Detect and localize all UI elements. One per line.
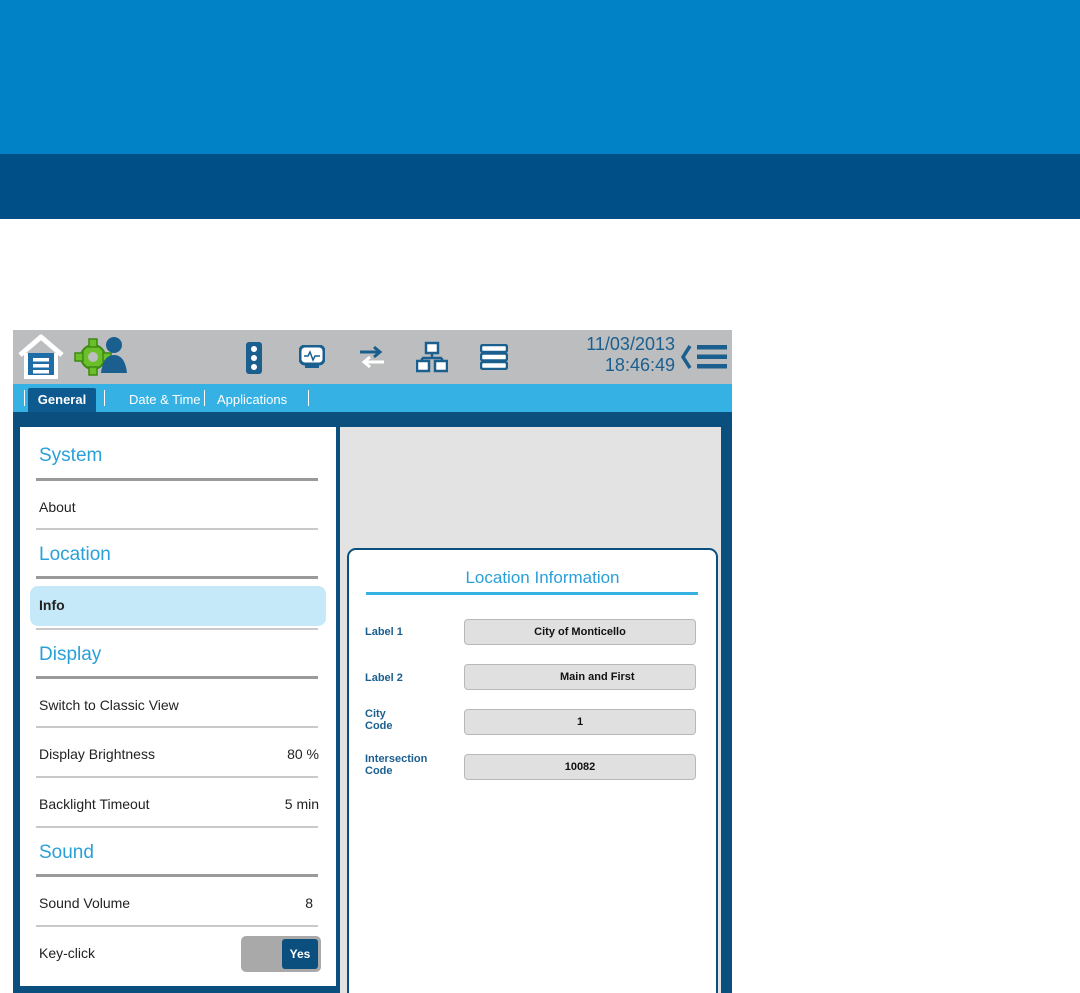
settings-item-info[interactable]: Info: [30, 586, 326, 626]
hero-banner-top: [0, 0, 1080, 154]
sound-volume-label: Sound Volume: [39, 895, 131, 911]
device-screen: 11/03/2013 18:46:49 General Date & Time …: [13, 330, 732, 993]
field-label-city-code: City Code: [365, 708, 393, 732]
section-heading-system: System: [39, 445, 103, 466]
settings-item-sound-volume[interactable]: Sound Volume 8: [39, 895, 319, 911]
time-text: 18:46:49: [604, 355, 675, 375]
settings-list: System About Location Info Display Switc…: [20, 427, 336, 986]
tab-divider: [308, 390, 309, 406]
field-value-label-1[interactable]: City of Monticello: [464, 619, 696, 645]
field-value-intersection-code[interactable]: 10082: [464, 754, 696, 780]
backlight-timeout-value: 5 min: [284, 796, 319, 812]
settings-item-about[interactable]: About: [39, 499, 319, 515]
settings-item-classic-view[interactable]: Switch to Classic View: [39, 697, 319, 713]
settings-user-icon[interactable]: [73, 333, 129, 379]
section-heading-location: Location: [39, 544, 111, 565]
transfer-icon[interactable]: [358, 345, 386, 369]
tab-general[interactable]: General: [28, 388, 96, 412]
card-title-divider: [366, 592, 698, 595]
row-divider: [36, 528, 318, 530]
traffic-light-icon[interactable]: [245, 341, 263, 375]
settings-item-backlight-timeout[interactable]: Backlight Timeout 5 min: [39, 796, 319, 812]
section-heading-display: Display: [39, 644, 102, 665]
tab-divider: [104, 390, 105, 406]
tab-divider: [24, 390, 25, 406]
settings-item-display-brightness[interactable]: Display Brightness 80 %: [39, 746, 319, 762]
menu-back-icon[interactable]: [680, 342, 730, 372]
key-click-toggle[interactable]: Yes: [241, 936, 321, 972]
tab-applications[interactable]: Applications: [217, 388, 287, 412]
section-divider: [36, 576, 318, 579]
network-icon[interactable]: [416, 341, 448, 373]
card-title: Location Information: [465, 568, 620, 587]
row-divider: [36, 628, 318, 630]
row-divider: [36, 726, 318, 728]
tab-date-time[interactable]: Date & Time: [129, 388, 201, 412]
status-bar: 11/03/2013 18:46:49: [13, 330, 732, 384]
row-divider: [36, 925, 318, 927]
location-information-card: Location Information Label 1 City of Mon…: [347, 548, 718, 993]
hero-banner-bottom: [0, 154, 1080, 219]
field-value-label-2[interactable]: Main and First: [464, 664, 696, 690]
section-divider: [36, 478, 318, 481]
key-click-toggle-value: Yes: [282, 939, 318, 969]
row-divider: [36, 776, 318, 778]
field-label-1: Label 1: [365, 626, 403, 638]
tab-bar: General Date & Time Applications: [13, 384, 732, 412]
section-divider: [36, 676, 318, 679]
tab-divider: [204, 390, 205, 406]
backlight-timeout-label: Backlight Timeout: [39, 796, 150, 812]
section-divider: [36, 874, 318, 877]
section-heading-sound: Sound: [39, 842, 94, 863]
field-label-2: Label 2: [365, 672, 403, 684]
database-icon[interactable]: [480, 344, 508, 370]
row-divider: [36, 826, 318, 828]
home-icon[interactable]: [16, 333, 66, 381]
display-brightness-value: 80 %: [287, 746, 319, 762]
settings-item-info-label: Info: [39, 597, 65, 613]
field-label-intersection-code: Intersection Code: [365, 753, 428, 777]
date-text: 11/03/2013: [586, 334, 675, 354]
display-brightness-label: Display Brightness: [39, 746, 155, 762]
field-value-city-code[interactable]: 1: [464, 709, 696, 735]
monitor-icon[interactable]: [299, 345, 325, 369]
date-time-display: 11/03/2013 18:46:49: [573, 334, 675, 376]
sound-volume-value: 8: [305, 895, 313, 911]
